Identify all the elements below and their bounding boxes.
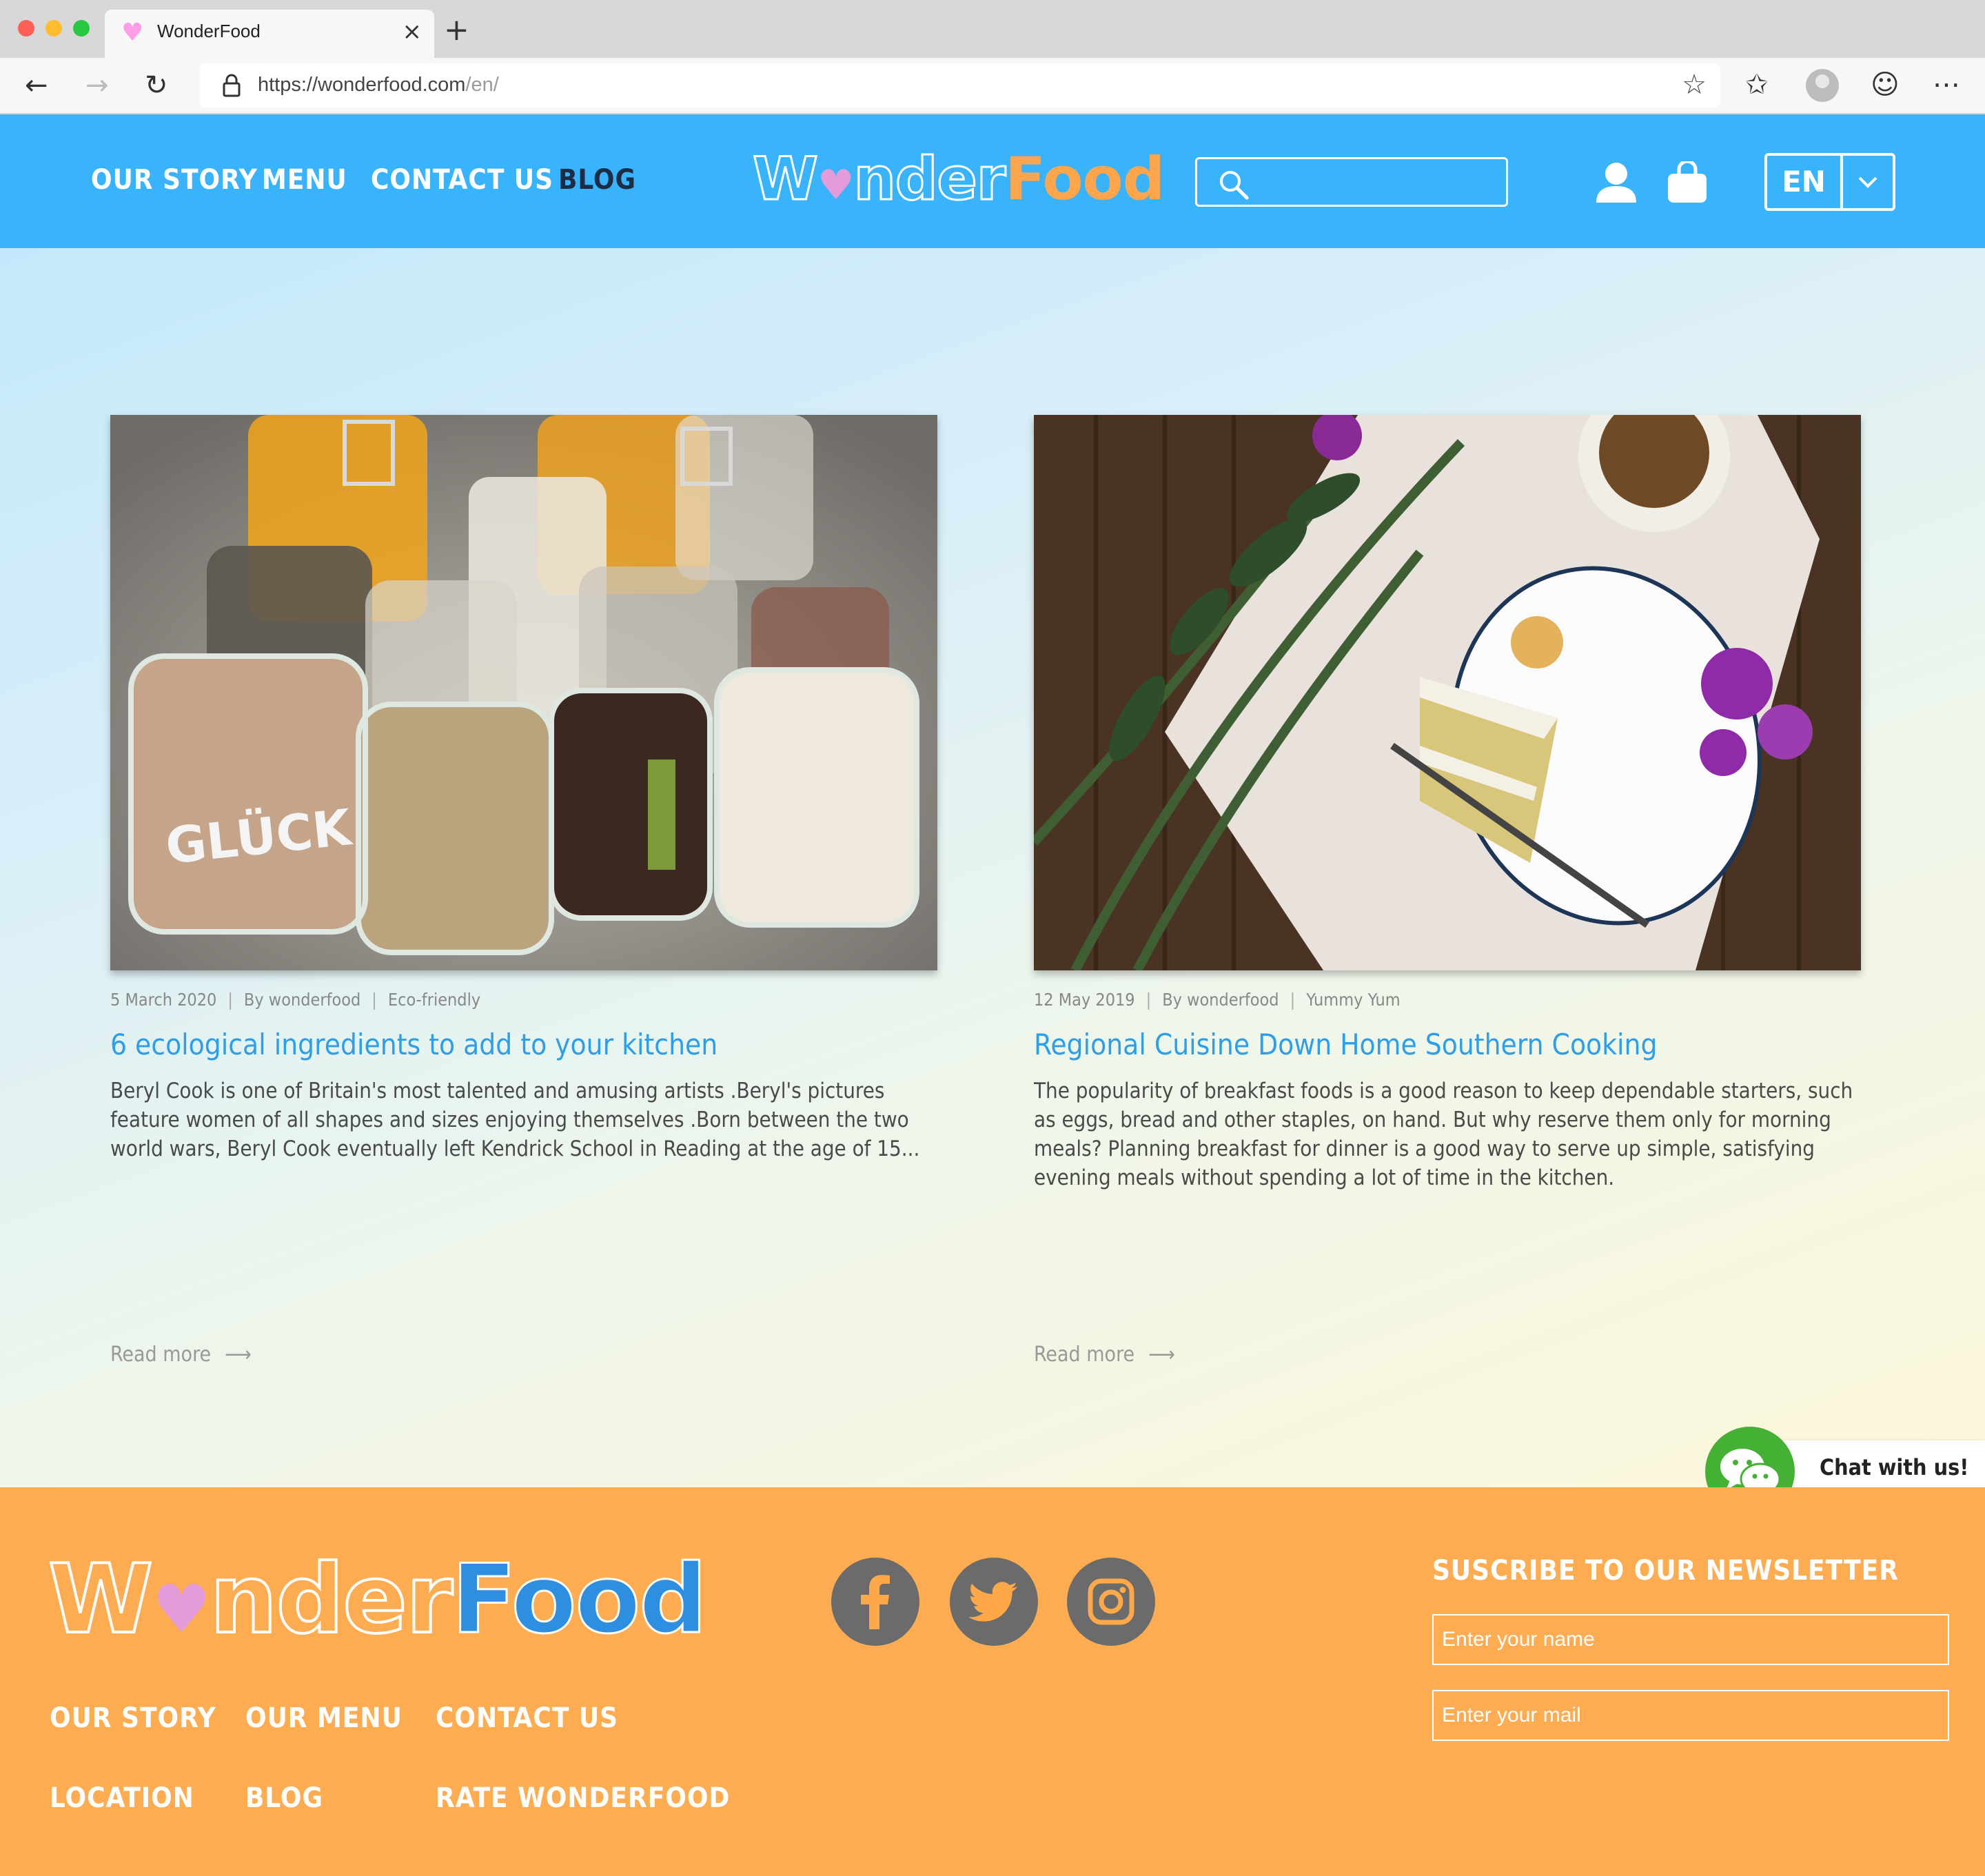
user-icon[interactable]	[1594, 161, 1639, 204]
search-input[interactable]	[1195, 157, 1508, 207]
reload-icon[interactable]: ↻	[145, 70, 168, 101]
site-footer: W♥nderFood OUR STORY OUR MENU CONTACT US…	[0, 1487, 1985, 1876]
footer-link-blog[interactable]: BLOG	[245, 1782, 323, 1814]
url-text: https://wonderfood.com/en/	[258, 74, 499, 96]
footer-link-contact-us[interactable]: CONTACT US	[436, 1702, 618, 1734]
site-logo[interactable]: W♥nderFood	[752, 144, 1165, 215]
close-tab-icon[interactable]: ×	[403, 18, 423, 45]
profile-avatar[interactable]	[1806, 69, 1839, 102]
post-author[interactable]: By wonderfood	[1162, 990, 1279, 1010]
post-date: 12 May 2019	[1034, 990, 1135, 1010]
read-more-label: Read more	[110, 1343, 212, 1367]
post-date: 5 March 2020	[110, 990, 217, 1010]
post-category[interactable]: Yummy Yum	[1306, 990, 1400, 1010]
instagram-icon[interactable]	[1067, 1558, 1155, 1646]
post-meta: 5 March 2020 | By wonderfood | Eco-friendly	[110, 990, 481, 1010]
search-icon	[1220, 171, 1249, 200]
twitter-icon[interactable]	[950, 1558, 1038, 1646]
blog-main: GLÜCK 5 March 2020 | By wonderfood | Eco-fri…	[0, 248, 1985, 1487]
post-meta: 12 May 2019 | By wonderfood | Yummy Yum	[1034, 990, 1401, 1010]
site-header: OUR STORY MENU CONTACT US BLOG W♥nderFoo…	[0, 114, 1985, 248]
minimize-window-button[interactable]	[45, 20, 62, 37]
footer-logo[interactable]: W♥nderFood	[47, 1542, 709, 1656]
blog-post-card: 12 May 2019 | By wonderfood | Yummy Yum Regi…	[1034, 415, 1861, 1367]
post-title[interactable]: Regional Cuisine Down Home Southern Cook…	[1034, 1028, 1861, 1061]
read-more-link[interactable]: Read more ⟶	[1034, 1343, 1175, 1367]
forward-icon[interactable]: →	[85, 70, 109, 101]
post-category[interactable]: Eco-friendly	[388, 990, 480, 1010]
back-icon[interactable]: ←	[25, 70, 48, 101]
footer-logo-heart-icon: ♥	[152, 1571, 211, 1648]
post-excerpt: Beryl Cook is one of Britain's most tale…	[110, 1079, 920, 1161]
newsletter-title: SUSCRIBE TO OUR NEWSLETTER	[1432, 1555, 1899, 1587]
maximize-window-button[interactable]	[73, 20, 90, 37]
language-code: EN	[1767, 156, 1843, 208]
facebook-icon[interactable]	[831, 1558, 919, 1646]
blog-post-card: GLÜCK 5 March 2020 | By wonderfood | Eco-fri…	[110, 415, 937, 1367]
footer-logo-nder: nder	[208, 1542, 454, 1656]
bookmark-star-icon[interactable]: ☆	[1682, 69, 1707, 101]
arrow-right-icon: ⟶	[225, 1343, 252, 1367]
footer-link-location[interactable]: LOCATION	[50, 1782, 194, 1814]
arrow-right-icon: ⟶	[1148, 1343, 1175, 1367]
logo-heart-icon: ♥	[817, 161, 855, 210]
lock-icon	[223, 74, 241, 97]
logo-wonder: W	[752, 144, 820, 215]
footer-link-rate-wonderfood[interactable]: RATE WONDERFOOD	[436, 1782, 730, 1814]
more-menu-icon[interactable]: ⋯	[1933, 68, 1960, 102]
browser-tab-strip: ♥ WonderFood × +	[0, 0, 1985, 58]
post-title[interactable]: 6 ecological ingredients to add to your …	[110, 1028, 937, 1061]
emoji-feedback-icon[interactable]: ☺	[1871, 68, 1900, 102]
shopping-bag-icon[interactable]	[1665, 161, 1709, 204]
favorites-icon[interactable]: ✩	[1745, 68, 1769, 102]
chat-label: Chat with us!	[1820, 1454, 1969, 1480]
chat-label-box[interactable]: Chat with us!	[1774, 1440, 1985, 1494]
newsletter-name-input[interactable]	[1432, 1614, 1949, 1665]
logo-nder: nder	[853, 144, 1007, 215]
address-bar: ← → ↻ https://wonderfood.com/en/ ☆ ✩ ☺ ⋯	[0, 58, 1985, 114]
url-field[interactable]: https://wonderfood.com/en/ ☆	[200, 63, 1720, 108]
footer-link-our-story[interactable]: OUR STORY	[50, 1702, 216, 1734]
new-tab-icon[interactable]: +	[444, 15, 469, 45]
close-window-button[interactable]	[18, 20, 34, 37]
browser-tab[interactable]: ♥ WonderFood ×	[105, 10, 434, 58]
post-excerpt: The popularity of breakfast foods is a g…	[1034, 1079, 1853, 1190]
tab-title: WonderFood	[157, 21, 261, 41]
footer-logo-w: W	[47, 1542, 154, 1656]
nav-contact-us[interactable]: CONTACT US	[371, 164, 553, 196]
newsletter-mail-input[interactable]	[1432, 1690, 1949, 1741]
post-image-jars[interactable]: GLÜCK	[110, 415, 937, 970]
post-image-cake[interactable]	[1034, 415, 1861, 970]
footer-logo-food: Food	[450, 1543, 708, 1656]
chevron-down-icon[interactable]	[1843, 156, 1893, 208]
nav-our-story[interactable]: OUR STORY	[91, 164, 258, 196]
language-selector[interactable]: EN	[1764, 153, 1895, 211]
favicon-heart-icon: ♥	[121, 19, 144, 47]
footer-link-our-menu[interactable]: OUR MENU	[245, 1702, 403, 1734]
read-more-label: Read more	[1034, 1343, 1135, 1367]
post-author[interactable]: By wonderfood	[244, 990, 360, 1010]
read-more-link[interactable]: Read more ⟶	[110, 1343, 252, 1367]
nav-menu[interactable]: MENU	[262, 164, 347, 196]
nav-blog[interactable]: BLOG	[558, 164, 636, 196]
logo-food: Food	[1005, 145, 1165, 214]
